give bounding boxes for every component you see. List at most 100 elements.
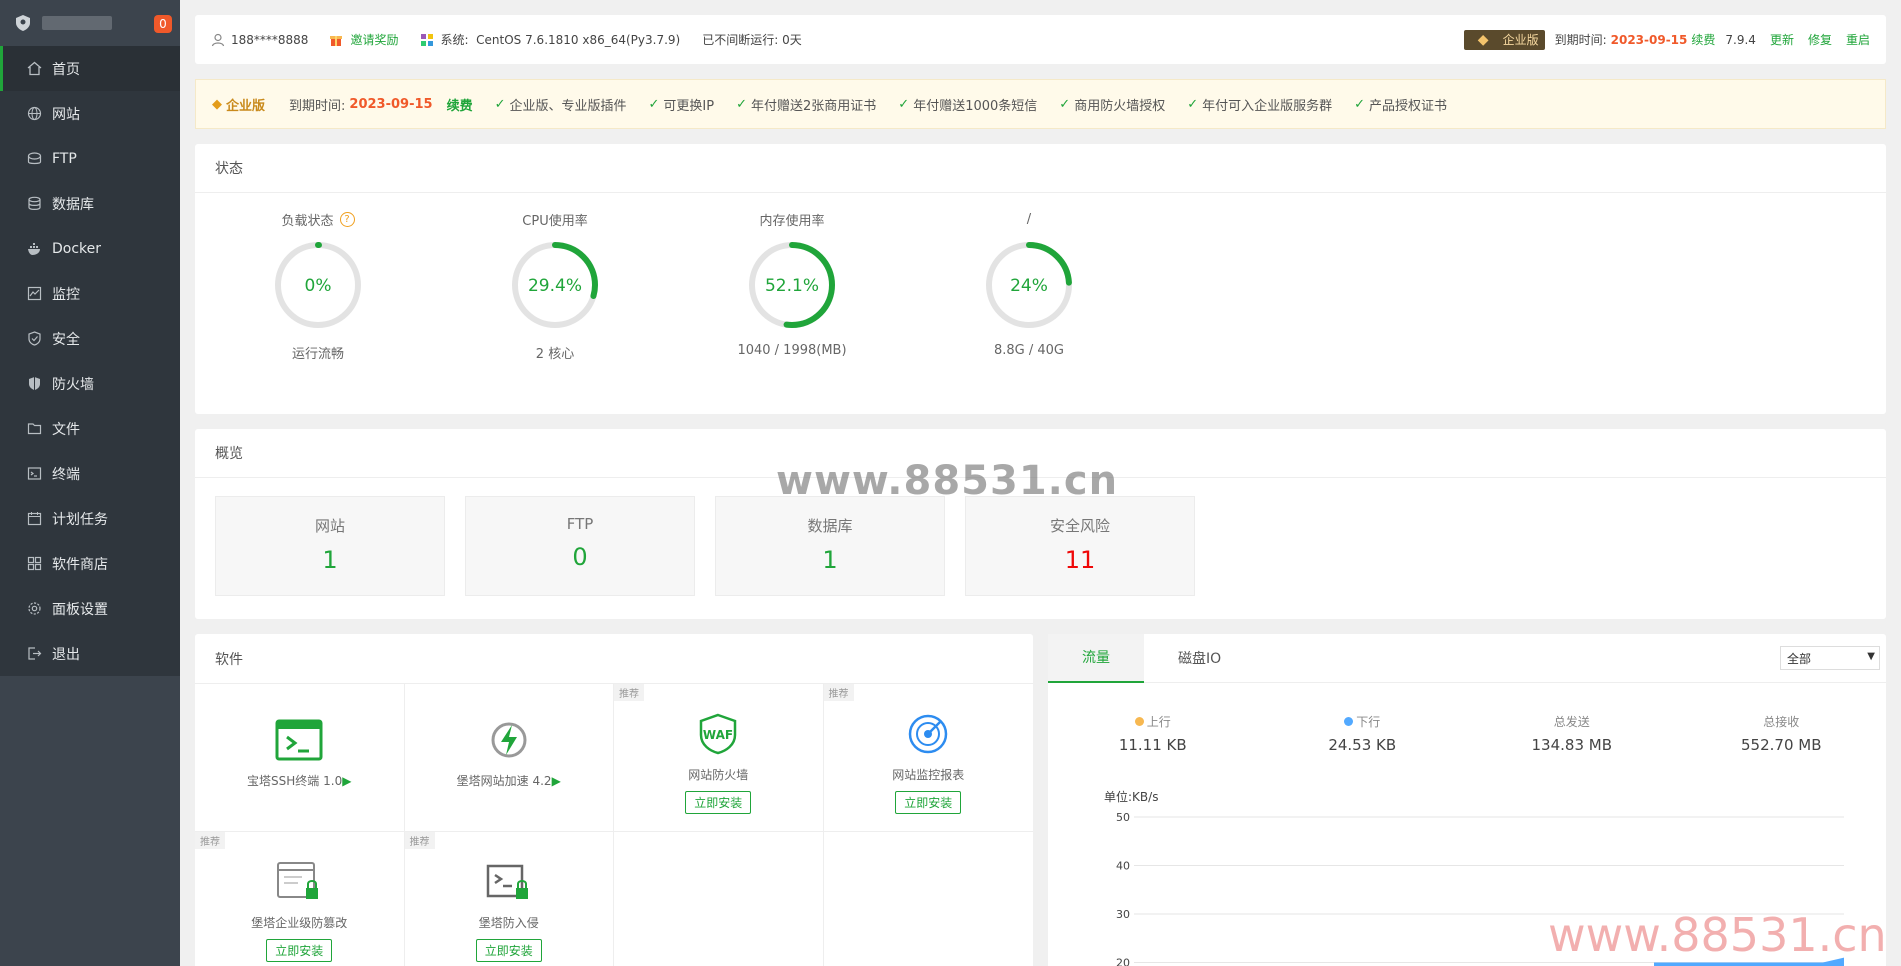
overview-card-3[interactable]: 安全风险 11 — [965, 496, 1195, 596]
sidebar-item-label: 软件商店 — [52, 556, 108, 573]
user-info: 188****8888 — [211, 33, 308, 47]
y-tick-label: 40 — [1116, 859, 1130, 872]
promo-feature-label: 年付赠送2张商用证书 — [751, 98, 877, 114]
sidebar-item-8[interactable]: 文件 — [0, 406, 180, 451]
install-button[interactable]: 立即安装 — [895, 791, 962, 814]
firewall-icon — [26, 376, 42, 392]
gauge-subtitle: 8.8G / 40G — [993, 343, 1064, 358]
software-name[interactable]: 宝塔SSH终端 1.0▶ — [195, 772, 404, 789]
install-button[interactable]: 立即安装 — [685, 791, 752, 814]
overview-card-title: 安全风险 — [1049, 517, 1110, 535]
overview-card-0[interactable]: 网站 1 — [215, 496, 445, 596]
sidebar-item-11[interactable]: 软件商店 — [0, 541, 180, 586]
diamond-icon: ◆ — [212, 96, 222, 112]
user-phone[interactable]: 188****8888 — [231, 33, 308, 47]
promo-feature-label: 年付赠送1000条短信 — [913, 98, 1038, 114]
enterprise-promo-bar: ◆ 企业版 到期时间: 2023-09-15 续费 ✓ 企业版、专业版插件 ✓ 可更换I… — [195, 79, 1886, 129]
username-blurred[interactable] — [42, 16, 112, 30]
lightning-icon — [483, 716, 535, 764]
gauge-ring: 29.4% — [512, 242, 598, 328]
traffic-tabs: 流量 磁盘IO 全部 ▼ — [1048, 633, 1886, 683]
sidebar-item-6[interactable]: 安全 — [0, 316, 180, 361]
software-name[interactable]: 堡塔防入侵 — [405, 914, 614, 931]
gauge-3[interactable]: / 24% 8.8G / 40G — [949, 209, 1109, 358]
check-icon: ✓ — [1187, 96, 1199, 112]
sidebar-item-5[interactable]: 监控 — [0, 271, 180, 316]
traffic-stat-2: 总发送 134.83 MB — [1467, 713, 1677, 754]
sidebar-item-9[interactable]: 终端 — [0, 451, 180, 496]
sidebar-item-1[interactable]: 网站 — [0, 91, 180, 136]
gauge-2[interactable]: 内存使用率 52.1% 1040 / 1998(MB) — [712, 209, 872, 359]
sidebar-header: 0 — [0, 0, 180, 46]
sidebar-item-label: 安全 — [52, 331, 80, 348]
install-button[interactable]: 立即安装 — [475, 939, 542, 962]
software-name[interactable]: 网站监控报表 — [824, 766, 1034, 783]
repair-link[interactable]: 修复 — [1808, 31, 1832, 48]
gauge-1[interactable]: CPU使用率 29.4% 2 核心 — [475, 209, 635, 362]
overview-card-value: 0 — [572, 543, 588, 571]
gauge-value: 0% — [305, 276, 332, 296]
check-icon: ✓ — [494, 96, 506, 112]
overview-card-1[interactable]: FTP 0 — [465, 496, 695, 596]
sidebar-item-0[interactable]: 首页 — [0, 46, 180, 91]
gauge-0[interactable]: 负载状态? 0% 运行流畅 — [238, 209, 398, 362]
invite-link-wrap[interactable]: 邀请奖励 — [330, 31, 398, 48]
invite-reward-link[interactable]: 邀请奖励 — [350, 31, 398, 48]
promo-renew-link[interactable]: 续费 — [447, 95, 473, 114]
sidebar-item-13[interactable]: 退出 — [0, 631, 180, 676]
software-item-2[interactable]: 推荐 WAF 网站防火墙 立即安装 — [614, 684, 824, 832]
gauge-title: CPU使用率 — [475, 209, 635, 229]
chevron-down-icon: ▼ — [1867, 651, 1875, 662]
gauge-ring: 24% — [986, 242, 1072, 328]
overview-card-2[interactable]: 数据库 1 — [715, 496, 945, 596]
calendar-icon — [26, 511, 42, 527]
enterprise-badge: ◆ 企业版 — [1463, 29, 1545, 50]
software-item-5[interactable]: 推荐 堡塔防入侵 立即安装 — [404, 832, 614, 966]
intrusion-lock-icon — [483, 858, 535, 906]
sidebar-item-7[interactable]: 防火墙 — [0, 361, 180, 406]
promo-feature: ✓ 年付赠送2张商用证书 — [736, 95, 876, 114]
software-item-4[interactable]: 推荐堡塔企业级防篡改立即安装 — [195, 832, 405, 966]
sidebar-item-2[interactable]: FTP — [0, 136, 180, 181]
check-icon: ✓ — [648, 96, 660, 112]
promo-feature: ✓ 企业版、专业版插件 — [495, 95, 627, 114]
install-button[interactable]: 立即安装 — [266, 939, 333, 962]
software-item-1[interactable]: 堡塔网站加速 4.2▶ — [404, 684, 614, 832]
tab-disk-io[interactable]: 磁盘IO — [1144, 634, 1255, 683]
y-tick-label: 30 — [1116, 908, 1130, 921]
software-name-text: 堡塔网站加速 4.2 — [456, 774, 552, 788]
gauge-title-text: 负载状态 — [281, 213, 334, 229]
software-item-0[interactable]: 宝塔SSH终端 1.0▶ — [195, 684, 405, 832]
sidebar-item-3[interactable]: 数据库 — [0, 181, 180, 226]
recommend-tag: 推荐 — [195, 832, 225, 849]
traffic-stat-label-text: 总接收 — [1763, 715, 1800, 729]
help-icon[interactable]: ? — [339, 211, 355, 227]
software-name-text: 网站监控报表 — [892, 768, 965, 782]
renew-link[interactable]: 续费 — [1691, 31, 1715, 48]
gauge-value: 52.1% — [765, 276, 819, 296]
recommend-tag: 推荐 — [823, 684, 854, 701]
play-icon[interactable]: ▶ — [342, 774, 351, 788]
gauge-title: / — [949, 209, 1109, 229]
sidebar-item-10[interactable]: 计划任务 — [0, 496, 180, 541]
gauges: 负载状态? 0% 运行流畅 CPU使用率 29.4% 2 核心 内存使用率 52.1% 1040… — [195, 193, 1886, 413]
software-item-3[interactable]: 推荐网站监控报表立即安装 — [823, 684, 1034, 832]
interface-select[interactable]: 全部 ▼ — [1780, 646, 1880, 670]
restart-link[interactable]: 重启 — [1846, 31, 1870, 48]
promo-edition: ◆ 企业版 — [212, 95, 265, 114]
watermark: www.88531.cn — [776, 458, 1119, 504]
play-icon[interactable]: ▶ — [552, 774, 561, 788]
software-name[interactable]: 堡塔企业级防篡改 — [195, 914, 404, 931]
notification-badge[interactable]: 0 — [154, 15, 172, 33]
sidebar-item-4[interactable]: Docker — [0, 226, 180, 271]
software-name[interactable]: 堡塔网站加速 4.2▶ — [405, 772, 614, 789]
system-value: CentOS 7.6.1810 x86_64(Py3.7.9) — [476, 32, 681, 47]
legend-dot-icon — [1344, 717, 1354, 726]
terminal-icon — [26, 466, 42, 482]
sidebar-item-label: FTP — [52, 150, 77, 167]
software-name[interactable]: 网站防火墙 — [614, 766, 823, 783]
update-link[interactable]: 更新 — [1770, 31, 1794, 48]
sidebar-item-12[interactable]: 面板设置 — [0, 586, 180, 631]
tab-traffic[interactable]: 流量 — [1048, 633, 1144, 683]
globe-icon — [26, 106, 42, 122]
